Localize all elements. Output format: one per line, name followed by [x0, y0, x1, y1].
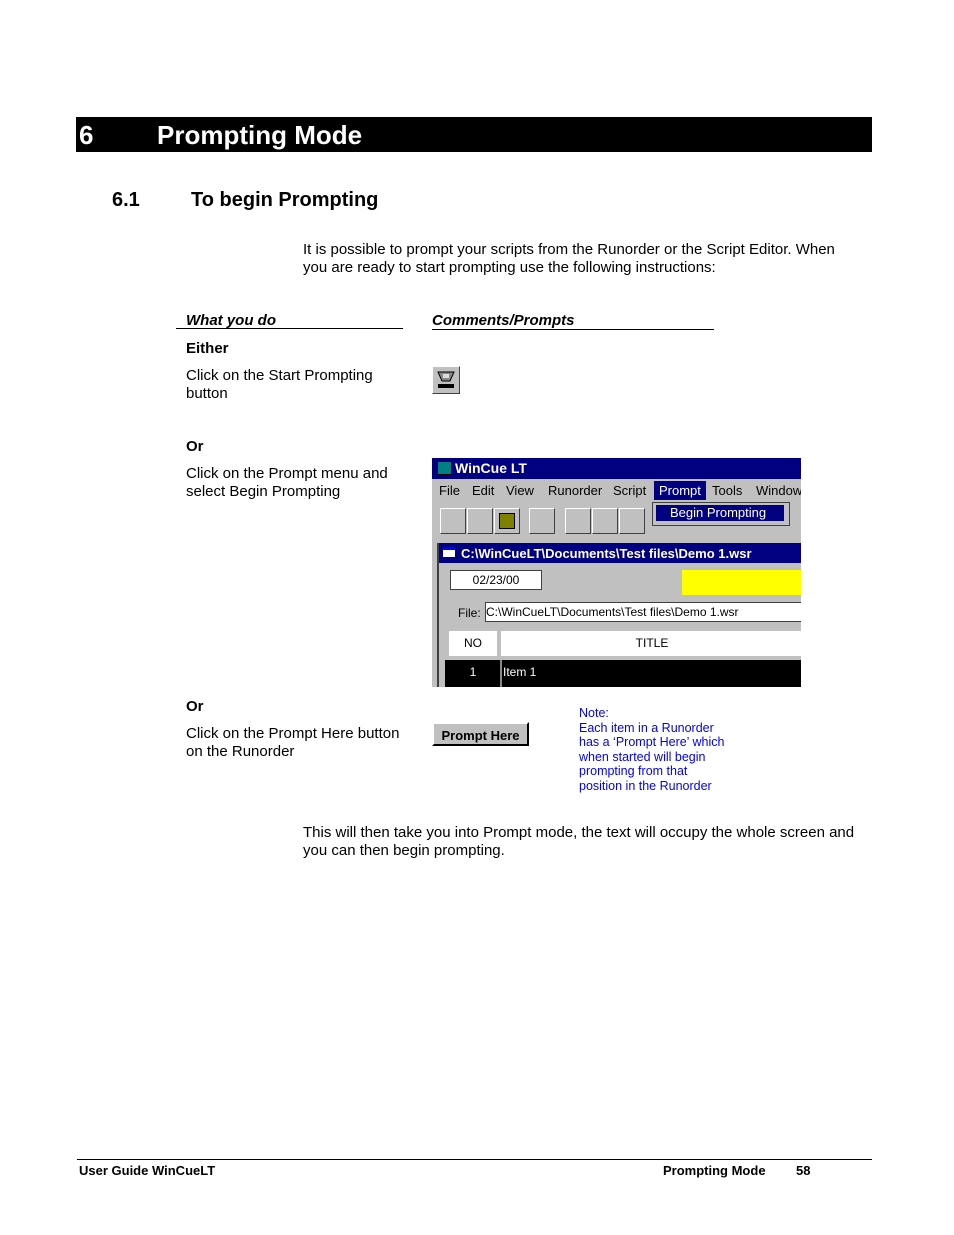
date-field[interactable]: 02/23/00: [450, 570, 542, 590]
step-lead: Either: [186, 340, 229, 357]
menu-runorder[interactable]: Runorder: [548, 483, 602, 498]
save-as-icon[interactable]: [529, 508, 555, 534]
step-text: Click on the Prompt menu and select Begi…: [186, 465, 388, 500]
footer-title: User Guide WinCueLT: [79, 1163, 216, 1178]
copy-icon[interactable]: [592, 508, 618, 534]
cut-icon[interactable]: [565, 508, 591, 534]
app-icon: [437, 461, 452, 475]
step-text: Click on the Start Prompting button: [186, 367, 373, 402]
intro-paragraph: It is possible to prompt your scripts fr…: [303, 241, 835, 276]
page-footer: User Guide WinCueLT Prompting Mode 58: [77, 1159, 872, 1178]
note: Note: Each item in a Runorder has a ‘Pro…: [579, 706, 724, 793]
outro-paragraph: This will then take you into Prompt mode…: [303, 824, 855, 859]
document-window: C:\WinCueLT\Documents\Test files\Demo 1.…: [437, 543, 801, 687]
start-prompting-button[interactable]: [432, 366, 460, 394]
section-number: 6.1: [112, 189, 140, 211]
row-title: Item 1: [500, 660, 536, 687]
prompt-dropdown: Begin Prompting: [652, 502, 790, 526]
document-titlebar: C:\WinCueLT\Documents\Test files\Demo 1.…: [439, 543, 801, 563]
chapter-heading: 6 Prompting Mode: [76, 117, 872, 152]
note-line: position in the Runorder: [579, 778, 712, 793]
menu-bar: File Edit View Runorder Script Prompt To…: [432, 479, 801, 502]
note-line: when started will begin: [579, 749, 706, 764]
column-header-what: What you do: [176, 312, 403, 329]
step-text: Click on the Prompt Here button on the R…: [186, 725, 400, 760]
open-icon[interactable]: [467, 508, 493, 534]
table-row[interactable]: 1 Item 1: [445, 660, 801, 687]
row-number: 1: [469, 665, 477, 679]
prompter-icon: [437, 371, 455, 388]
section-title: To begin Prompting: [191, 189, 379, 211]
document-title: C:\WinCueLT\Documents\Test files\Demo 1.…: [461, 546, 752, 561]
chapter-number: 6: [79, 120, 94, 150]
menu-tools[interactable]: Tools: [712, 483, 742, 498]
file-label: File:: [458, 606, 481, 620]
document-icon: [443, 547, 455, 557]
note-line: Note:: [579, 706, 609, 720]
footer-section: Prompting Mode: [663, 1163, 766, 1178]
menu-window[interactable]: Window: [756, 483, 801, 498]
window-title: WinCue LT: [455, 460, 527, 476]
menu-edit[interactable]: Edit: [472, 483, 494, 498]
window-titlebar: WinCue LT: [432, 458, 801, 479]
column-title[interactable]: TITLE: [501, 631, 801, 656]
page-number: 58: [796, 1163, 811, 1178]
chapter-title: Prompting Mode: [157, 120, 363, 150]
paste-icon[interactable]: [619, 508, 645, 534]
note-line: prompting from that: [579, 764, 688, 778]
save-icon[interactable]: [494, 508, 520, 534]
wincue-window-screenshot: WinCue LT File Edit View Runorder Script…: [432, 458, 801, 687]
column-no[interactable]: NO: [449, 631, 497, 656]
prompt-here-button[interactable]: Prompt Here: [432, 722, 529, 746]
document-page: 6 Prompting Mode 6.1 To begin Prompting …: [0, 0, 954, 1235]
note-line: has a ‘Prompt Here’ which: [579, 735, 725, 749]
file-path-field[interactable]: C:\WinCueLT\Documents\Test files\Demo 1.…: [485, 602, 801, 622]
step-lead: Or: [186, 438, 204, 455]
status-highlight: [682, 570, 801, 595]
column-header-comments: Comments/Prompts: [432, 312, 714, 330]
menu-view[interactable]: View: [506, 483, 534, 498]
menu-script[interactable]: Script: [613, 483, 646, 498]
step-lead: Or: [186, 698, 204, 715]
new-icon[interactable]: [440, 508, 466, 534]
menu-prompt[interactable]: Prompt: [654, 481, 706, 500]
menu-file[interactable]: File: [439, 483, 460, 498]
note-line: Each item in a Runorder: [579, 720, 714, 735]
menu-item-begin-prompting[interactable]: Begin Prompting: [656, 505, 784, 521]
